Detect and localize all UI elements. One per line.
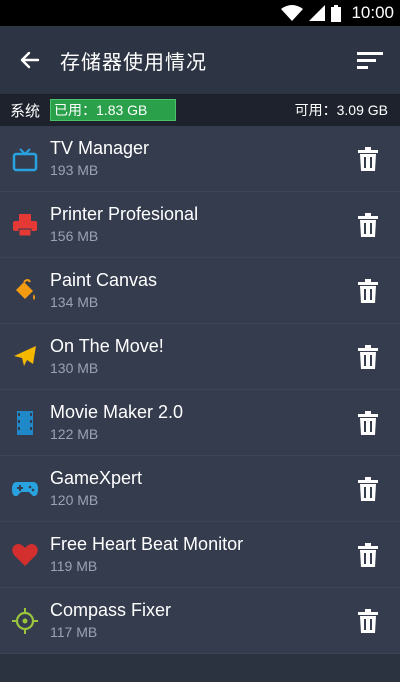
trash-icon <box>358 344 378 369</box>
app-list: TV Manager 193 MB Printer Profesional 15… <box>0 126 400 654</box>
trash-icon <box>358 608 378 633</box>
delete-button[interactable] <box>336 192 400 258</box>
used-storage-text: 已用：1.83 GB <box>54 102 148 118</box>
list-item[interactable]: GameXpert 120 MB <box>0 456 400 522</box>
back-button[interactable] <box>0 26 60 94</box>
app-size: 120 MB <box>50 492 99 508</box>
list-item[interactable]: On The Move! 130 MB <box>0 324 400 390</box>
storage-label: 系统 <box>10 102 41 120</box>
available-storage-text: 可用：3.09 GB <box>294 102 388 118</box>
trash-icon <box>358 410 378 435</box>
list-item[interactable]: Free Heart Beat Monitor 119 MB <box>0 522 400 588</box>
app-size: 122 MB <box>50 426 99 442</box>
app-name: Free Heart Beat Monitor <box>50 534 244 554</box>
app-name: On The Move! <box>50 336 164 356</box>
printer-icon <box>0 192 50 258</box>
trash-icon <box>358 476 378 501</box>
storage-summary: 系统 已用：1.83 GB 可用：3.09 GB <box>0 94 400 126</box>
sort-icon <box>357 52 383 69</box>
app-name: Printer Profesional <box>50 204 199 224</box>
list-item[interactable]: TV Manager 193 MB <box>0 126 400 192</box>
status-bar: 10:00 <box>0 0 400 26</box>
app-name: GameXpert <box>50 468 143 488</box>
used-storage-bar: 已用：1.83 GB <box>50 99 177 121</box>
list-item[interactable]: Movie Maker 2.0 122 MB <box>0 390 400 456</box>
gamepad-icon <box>0 456 50 522</box>
delete-button[interactable] <box>336 126 400 192</box>
wifi-icon <box>281 5 304 21</box>
list-item[interactable]: Paint Canvas 134 MB <box>0 258 400 324</box>
app-name: TV Manager <box>50 138 150 158</box>
trash-icon <box>358 542 378 567</box>
film-icon <box>0 390 50 456</box>
app-name: Movie Maker 2.0 <box>50 402 184 422</box>
trash-icon <box>358 278 378 303</box>
paint-bucket-icon <box>0 258 50 324</box>
app-bar: 存储器使用情况 <box>0 26 400 94</box>
airplane-icon <box>0 324 50 390</box>
page-title: 存储器使用情况 <box>60 51 207 74</box>
list-bottom-edge <box>0 660 400 682</box>
delete-button[interactable] <box>336 588 400 654</box>
sort-button[interactable] <box>340 26 400 94</box>
app-name: Paint Canvas <box>50 270 158 290</box>
heart-icon <box>0 522 50 588</box>
compass-icon <box>0 588 50 654</box>
trash-icon <box>358 212 378 237</box>
app-name: Compass Fixer <box>50 600 172 620</box>
app-size: 117 MB <box>50 624 98 640</box>
tv-icon <box>0 126 50 192</box>
app-size: 156 MB <box>50 228 99 244</box>
delete-button[interactable] <box>336 456 400 522</box>
app-size: 193 MB <box>50 162 99 178</box>
arrow-back-icon <box>20 51 40 69</box>
app-size: 134 MB <box>50 294 99 310</box>
list-item[interactable]: Compass Fixer 117 MB <box>0 588 400 654</box>
trash-icon <box>358 146 378 171</box>
delete-button[interactable] <box>336 522 400 588</box>
app-size: 130 MB <box>50 360 99 376</box>
delete-button[interactable] <box>336 258 400 324</box>
app-size: 119 MB <box>50 558 98 574</box>
delete-button[interactable] <box>336 324 400 390</box>
battery-icon <box>331 4 342 22</box>
cellular-signal-icon <box>309 5 326 21</box>
clock: 10:00 <box>351 3 394 22</box>
delete-button[interactable] <box>336 390 400 456</box>
list-item[interactable]: Printer Profesional 156 MB <box>0 192 400 258</box>
